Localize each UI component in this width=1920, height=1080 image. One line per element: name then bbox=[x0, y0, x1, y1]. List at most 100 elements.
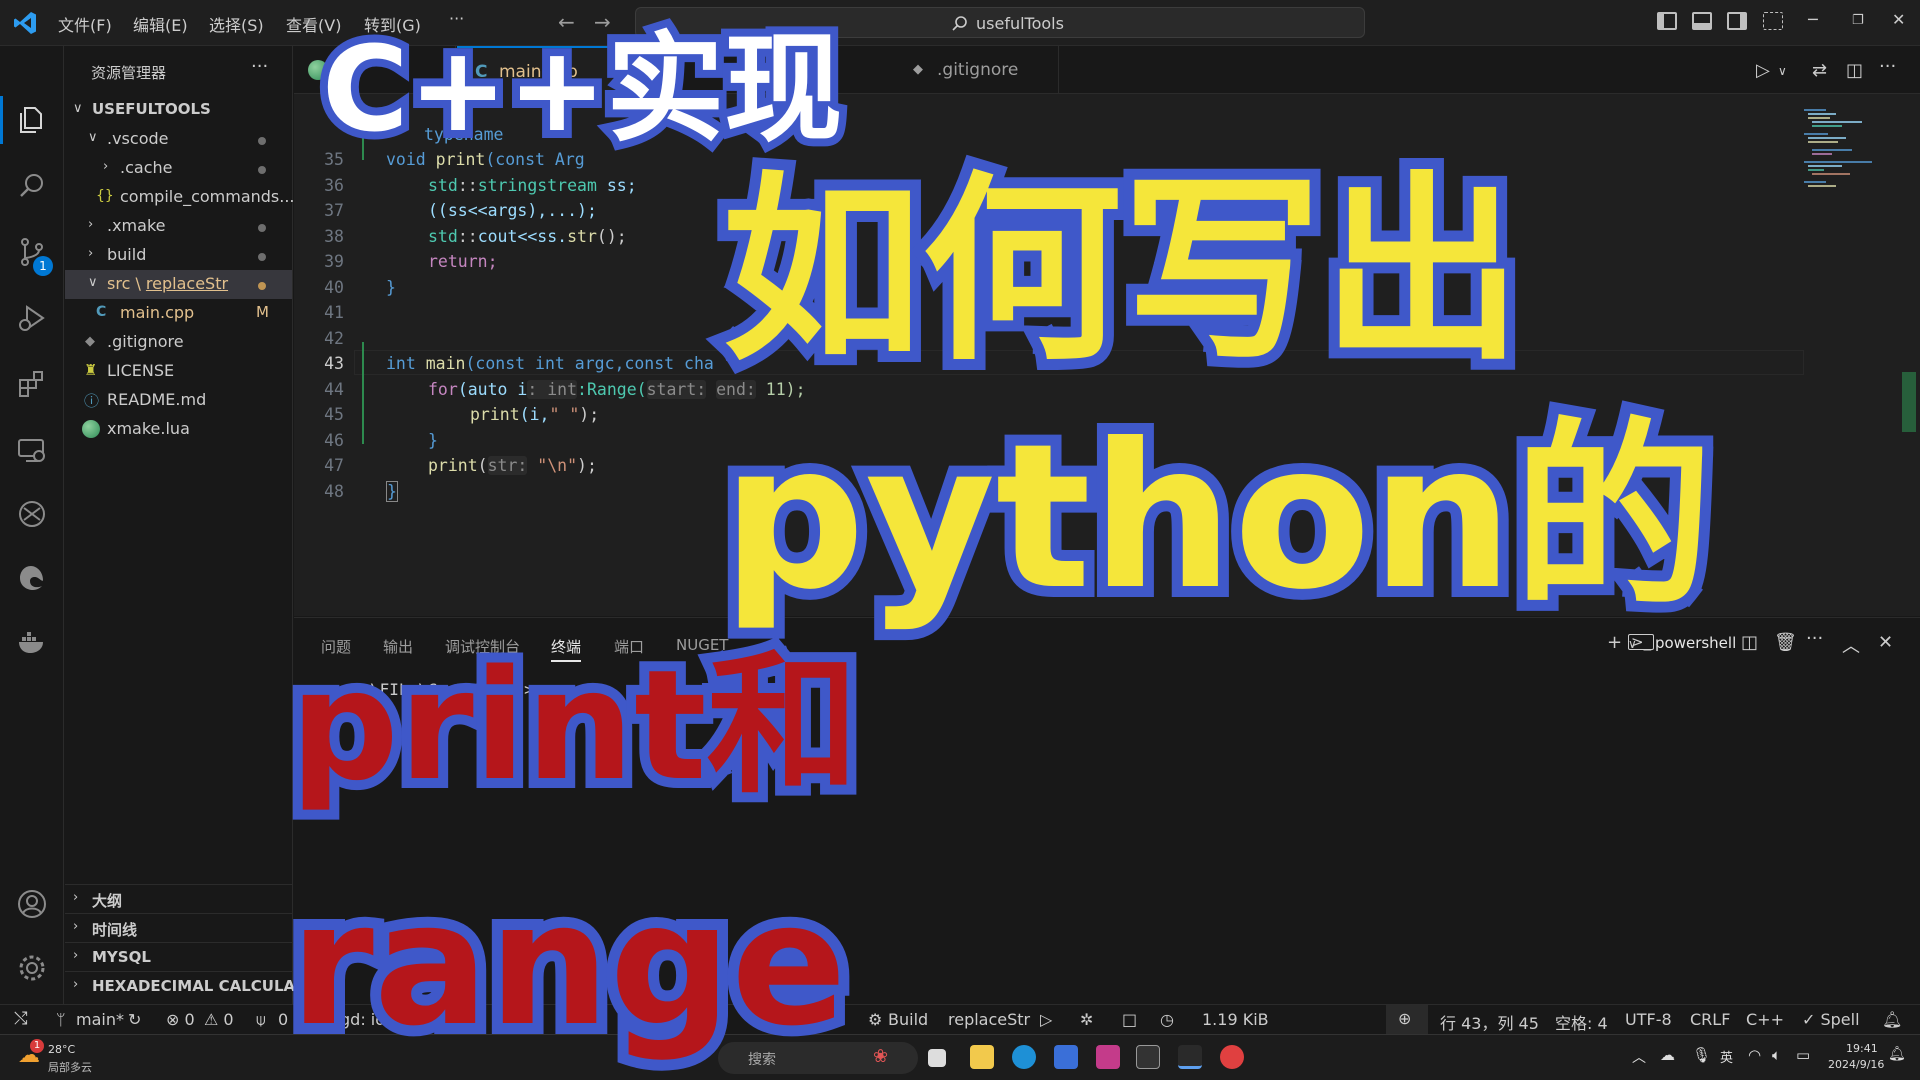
overlay-title-python: python的 bbox=[711, 401, 1724, 634]
tree-item-license[interactable]: ♜ LICENSE bbox=[65, 357, 292, 386]
sidebar-more-actions[interactable]: ··· bbox=[251, 56, 268, 77]
close-panel-icon[interactable]: ✕ bbox=[1878, 632, 1893, 653]
indentation[interactable]: 空格: 4 bbox=[1555, 1010, 1608, 1034]
run-play-icon[interactable]: ▷ bbox=[1040, 1010, 1052, 1029]
kill-terminal-trash-icon[interactable]: 🗑 bbox=[1774, 632, 1797, 653]
split-terminal-icon[interactable]: ◫ bbox=[1741, 632, 1758, 653]
vscode-taskbar-icon[interactable] bbox=[1178, 1045, 1202, 1069]
split-editor-icon[interactable]: ◫ bbox=[1846, 60, 1863, 81]
zoom-indicator[interactable]: ⊕ bbox=[1386, 1005, 1428, 1035]
sync-icon[interactable]: ↻ bbox=[128, 1010, 141, 1029]
wifi-icon[interactable]: ◠ bbox=[1748, 1046, 1761, 1064]
store-icon[interactable] bbox=[1054, 1045, 1078, 1069]
snipping-tool-icon[interactable] bbox=[1096, 1045, 1120, 1069]
section-hex-calculator[interactable]: › HEXADECIMAL CALCULAT... bbox=[65, 971, 319, 1000]
menu-file[interactable]: 文件(F) bbox=[58, 12, 112, 36]
notifications-bell-icon[interactable]: 🔔︎ bbox=[1882, 1010, 1902, 1029]
file-explorer-icon[interactable] bbox=[970, 1045, 994, 1069]
tree-item-compile-commands[interactable]: {} compile_commands.... bbox=[65, 183, 300, 212]
file-encoding[interactable]: UTF-8 bbox=[1625, 1010, 1672, 1029]
more-actions-icon[interactable]: ··· bbox=[1879, 56, 1896, 77]
restore-icon[interactable]: ❐ bbox=[1852, 13, 1864, 28]
chevron-down-icon: ∨ bbox=[88, 130, 98, 145]
history-icon[interactable]: ◷ bbox=[1160, 1010, 1174, 1029]
gutter-added-bar bbox=[362, 342, 364, 444]
warnings-count[interactable]: ⚠ 0 bbox=[204, 1010, 234, 1029]
cursor-position[interactable]: 行 43，列 45 bbox=[1440, 1010, 1539, 1034]
extensions-icon[interactable] bbox=[16, 368, 48, 400]
close-window-icon[interactable]: ✕ bbox=[1892, 10, 1905, 29]
section-outline[interactable]: › 大纲 bbox=[65, 884, 292, 913]
minimize-icon[interactable]: ─ bbox=[1808, 10, 1818, 29]
tree-item-vscode[interactable]: ∨ .vscode bbox=[65, 125, 292, 154]
panel-more-icon[interactable]: ··· bbox=[1806, 628, 1823, 649]
ime-indicator[interactable]: 英 bbox=[1720, 1047, 1733, 1066]
terminal-app-icon[interactable] bbox=[1136, 1045, 1160, 1069]
battery-icon[interactable]: ▭ bbox=[1796, 1046, 1810, 1064]
explorer-icon[interactable] bbox=[16, 104, 48, 136]
edge-devtools-icon[interactable] bbox=[16, 562, 48, 594]
tree-item-gitignore[interactable]: ◆ .gitignore bbox=[65, 328, 292, 357]
notification-center-icon[interactable]: 🔔︎ bbox=[1888, 1046, 1906, 1062]
run-debug-icon[interactable] bbox=[16, 302, 48, 334]
code-token: :Range( bbox=[577, 380, 647, 399]
settings-gear-icon[interactable] bbox=[16, 952, 48, 984]
tree-item-xmake-folder[interactable]: › .xmake bbox=[65, 212, 292, 241]
search-icon[interactable] bbox=[16, 170, 48, 202]
tree-item-main-cpp[interactable]: C main.cpp M bbox=[65, 299, 292, 328]
toggle-primary-sidebar-icon[interactable] bbox=[1657, 12, 1677, 30]
menu-edit[interactable]: 编辑(E) bbox=[133, 12, 188, 36]
remote-indicator[interactable]: ⤭ bbox=[0, 1005, 44, 1035]
run-play-icon[interactable]: ▷ bbox=[1756, 60, 1770, 81]
code-line-39: return; bbox=[428, 252, 498, 271]
line-ending[interactable]: CRLF bbox=[1690, 1010, 1730, 1029]
clock-date[interactable]: 2024/9/16 bbox=[1828, 1058, 1884, 1071]
new-terminal-plus-icon[interactable]: + bbox=[1607, 632, 1622, 653]
ports-count[interactable]: 0 bbox=[278, 1010, 288, 1029]
workspace-root[interactable]: ∨ USEFULTOOLS bbox=[65, 96, 292, 125]
section-timeline[interactable]: › 时间线 bbox=[65, 913, 292, 942]
tree-item-xmake-lua[interactable]: xmake.lua bbox=[65, 415, 292, 444]
remote-explorer-icon[interactable] bbox=[16, 434, 48, 466]
remote-icon: ⤭ bbox=[14, 1009, 28, 1029]
tree-item-src-replacestr[interactable]: ∨ src \ replaceStr bbox=[65, 270, 292, 299]
terminal-shell-name[interactable]: powershell bbox=[1655, 634, 1736, 652]
editor-scrollbar-thumb[interactable] bbox=[1902, 372, 1916, 432]
run-dropdown-chevron-icon[interactable]: ∨ bbox=[1778, 64, 1787, 78]
accounts-icon[interactable] bbox=[16, 888, 48, 920]
stop-square-icon[interactable]: □ bbox=[1122, 1010, 1137, 1029]
docker-icon[interactable] bbox=[16, 626, 48, 658]
section-label: 大纲 bbox=[92, 892, 123, 910]
compare-changes-icon[interactable]: ⇄ bbox=[1812, 60, 1827, 81]
task-view-icon[interactable] bbox=[928, 1049, 946, 1067]
customize-layout-icon[interactable] bbox=[1763, 12, 1783, 30]
toggle-panel-icon[interactable] bbox=[1692, 12, 1712, 30]
volume-icon[interactable]: 🔈︎ bbox=[1772, 1046, 1781, 1064]
section-mysql[interactable]: › MYSQL bbox=[65, 942, 292, 971]
microphone-icon[interactable]: 🎙︎ bbox=[1692, 1046, 1711, 1064]
build-target[interactable]: replaceStr bbox=[948, 1010, 1030, 1029]
maximize-panel-chevron-up-icon[interactable]: ︿ bbox=[1842, 632, 1860, 658]
tree-item-readme[interactable]: ⓘ README.md bbox=[65, 386, 292, 415]
tab-gitignore[interactable]: ◆ .gitignore bbox=[899, 46, 1059, 94]
spell-check[interactable]: ✓ Spell bbox=[1802, 1010, 1860, 1029]
errors-count[interactable]: ⊗ 0 bbox=[166, 1010, 195, 1029]
menu-selection[interactable]: 选择(S) bbox=[209, 12, 264, 36]
onedrive-cloud-icon[interactable]: ☁ bbox=[1660, 1046, 1675, 1064]
code-token: ss; bbox=[596, 176, 637, 195]
code-token: } bbox=[386, 278, 396, 297]
tray-chevron-up-icon[interactable]: ︿ bbox=[1632, 1047, 1646, 1067]
build-button[interactable]: Build bbox=[888, 1010, 928, 1029]
recorder-app-icon[interactable] bbox=[1220, 1045, 1244, 1069]
minimap[interactable] bbox=[1802, 104, 1912, 224]
overlay-title-print: print和 bbox=[280, 637, 869, 814]
language-mode[interactable]: C++ bbox=[1746, 1010, 1784, 1029]
debug-bug-icon[interactable]: ✲ bbox=[1080, 1010, 1093, 1029]
edge-browser-icon[interactable] bbox=[1012, 1045, 1036, 1069]
testing-icon[interactable] bbox=[16, 498, 48, 530]
clock-time[interactable]: 19:41 bbox=[1846, 1042, 1878, 1055]
toggle-secondary-sidebar-icon[interactable] bbox=[1727, 12, 1747, 30]
git-branch[interactable]: main* bbox=[76, 1010, 124, 1029]
tree-item-build[interactable]: › build bbox=[65, 241, 292, 270]
tree-item-cache[interactable]: › .cache bbox=[65, 154, 292, 183]
